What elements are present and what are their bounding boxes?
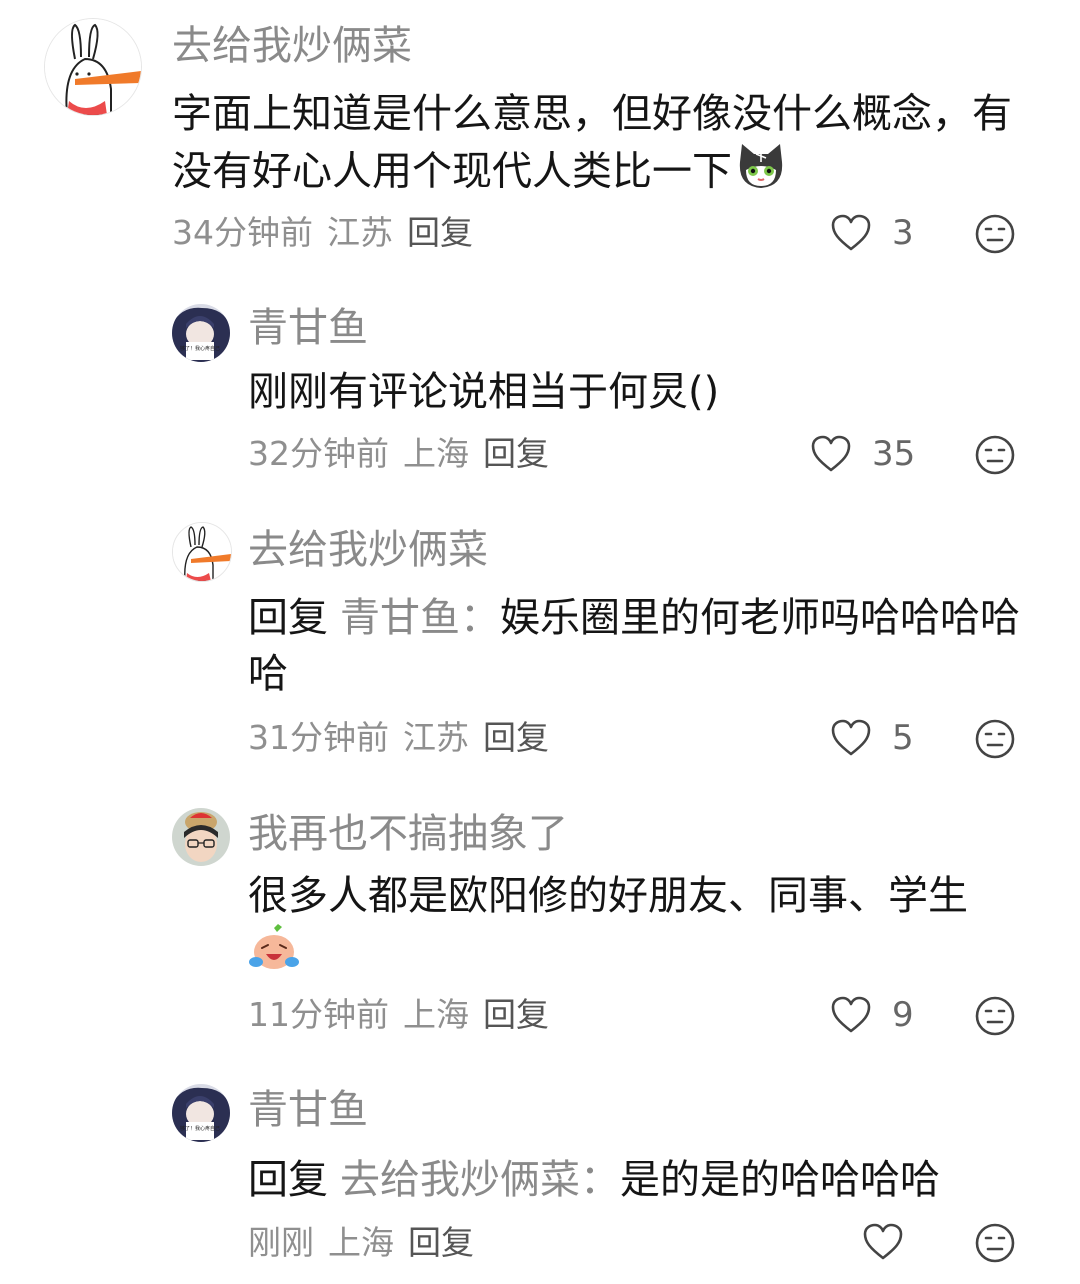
avatar[interactable]: 够了！我心疼自己 (172, 304, 230, 362)
like-count: 5 (892, 718, 914, 758)
dislike-button[interactable] (974, 995, 1016, 1041)
heart-icon (831, 214, 871, 251)
dislike-button[interactable] (974, 1222, 1016, 1268)
comment-meta: 刚刚 上海 回复 (248, 1226, 488, 1259)
comment-meta: 11分钟前 上海 回复 (248, 998, 563, 1031)
comment-meta: 31分钟前 江苏 回复 (248, 721, 563, 754)
avatar[interactable] (172, 522, 232, 582)
like-button[interactable]: 9 (830, 995, 914, 1035)
comment-meta: 32分钟前 上海 回复 (248, 437, 563, 470)
reply-prefix: 回复 (248, 1157, 328, 1203)
comment-author[interactable]: 青甘鱼 (248, 308, 368, 348)
like-button[interactable] (862, 1222, 924, 1262)
reply-button[interactable]: 回复 (407, 213, 473, 252)
dislike-button[interactable] (974, 213, 1016, 259)
comment-location: 上海 (403, 995, 469, 1034)
comment-body: 字面上知道是什么意思，但好像没什么概念，有没有好心人用个现代人类比一下 (172, 91, 1012, 195)
like-count: 35 (872, 434, 916, 474)
comment-body: 很多人都是欧阳修的好朋友、同事、学生 (248, 873, 968, 919)
comment-time: 31分钟前 (248, 718, 389, 757)
heart-icon (831, 996, 871, 1033)
reply-prefix: 回复 (248, 595, 328, 641)
heart-icon (831, 719, 871, 756)
avatar[interactable]: 够了！我心疼自己 (172, 1084, 230, 1142)
comment-time: 11分钟前 (248, 995, 389, 1034)
neutral-face-icon (975, 214, 1015, 254)
comment-location: 上海 (328, 1223, 394, 1262)
avatar[interactable] (44, 18, 142, 116)
reply-target-name[interactable]: 青甘鱼： (340, 595, 500, 641)
avatar-badge-text: 够了！我心疼自己 (180, 345, 220, 352)
comment-location: 江苏 (327, 213, 393, 252)
avatar[interactable] (172, 808, 230, 866)
comment-author[interactable]: 青甘鱼 (248, 1090, 368, 1130)
reply-target-name[interactable]: 去给我炒俩菜： (340, 1157, 620, 1203)
comment-text: 回复 青甘鱼：娱乐圈里的何老师吗哈哈哈哈哈 (248, 590, 1033, 702)
comment-text: 字面上知道是什么意思，但好像没什么概念，有没有好心人用个现代人类比一下 (172, 86, 1032, 205)
comment-time: 刚刚 (248, 1223, 314, 1262)
reply-button[interactable]: 回复 (408, 1223, 474, 1262)
comment-meta: 34分钟前 江苏 回复 (172, 216, 487, 249)
avatar-badge-text: 够了！我心疼自己 (180, 1125, 220, 1132)
dislike-button[interactable] (974, 434, 1016, 480)
heart-icon (811, 435, 851, 472)
reply-button[interactable]: 回复 (483, 995, 549, 1034)
neutral-face-icon (975, 435, 1015, 475)
comment-author[interactable]: 去给我炒俩菜 (248, 530, 488, 570)
crying-laughing-emoji (248, 924, 300, 987)
comment-body: 是的是的哈哈哈哈 (620, 1157, 940, 1203)
neutral-face-icon (975, 719, 1015, 759)
cat-face-emoji (736, 142, 786, 205)
comment-author[interactable]: 去给我炒俩菜 (172, 26, 412, 66)
comment-author[interactable]: 我再也不搞抽象了 (248, 814, 568, 854)
dislike-button[interactable] (974, 718, 1016, 764)
like-button[interactable]: 3 (830, 213, 914, 253)
comment-text: 刚刚有评论说相当于何炅() (248, 369, 720, 415)
comment-text: 回复 去给我炒俩菜：是的是的哈哈哈哈 (248, 1152, 1033, 1208)
reply-button[interactable]: 回复 (483, 718, 549, 757)
like-button[interactable]: 5 (830, 718, 914, 758)
heart-icon (863, 1223, 903, 1260)
comment-time: 34分钟前 (172, 213, 313, 252)
like-count: 3 (892, 213, 914, 253)
reply-button[interactable]: 回复 (483, 434, 549, 473)
comment-location: 上海 (403, 434, 469, 473)
neutral-face-icon (975, 996, 1015, 1036)
comment-text: 很多人都是欧阳修的好朋友、同事、学生 (248, 868, 1033, 987)
comment-time: 32分钟前 (248, 434, 389, 473)
neutral-face-icon (975, 1223, 1015, 1263)
like-button[interactable]: 35 (810, 434, 915, 474)
like-count: 9 (892, 995, 914, 1035)
comment-location: 江苏 (403, 718, 469, 757)
